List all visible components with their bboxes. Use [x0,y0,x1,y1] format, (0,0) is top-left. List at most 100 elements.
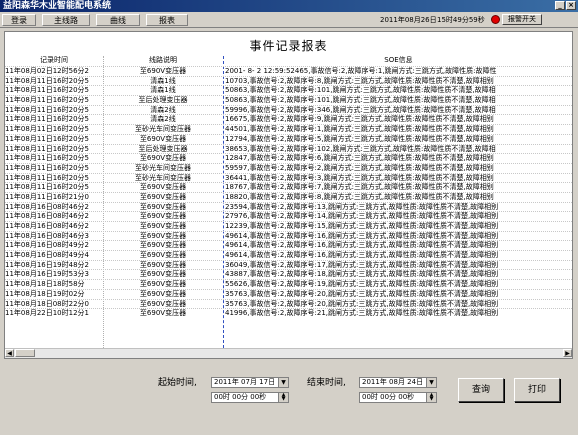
table-row: 11年08月02日12时56分2 至690V变压器 2001- 8- 2 12:59… [5,66,572,76]
table-row: 11年08月16日19时48分2 至690V变压器 36049,事故信号:2,故障序… [5,259,572,270]
line-desc-cell: 清森1线 [150,86,176,95]
line-desc-cell: 至砂光车间变压器 [135,125,191,134]
table-row: 11年08月11日16时20分5 至砂光车间变压器 59597,事故信号:2,故障序… [5,162,572,173]
dropdown-arrow-icon[interactable]: ▼ [278,378,288,387]
status-time: 15时49分59秒 [437,16,485,24]
column-header-line: 线路说明 [149,56,177,64]
menu-report[interactable]: 报表 [146,14,188,26]
table-row: 11年08月11日16时20分5 清森2线 16675,事故信号:2,故障序号:9,… [5,114,572,124]
table-row: 11年08月11日16时20分5 清森1线 10703,事故信号:2,故障序号:8,… [5,75,572,86]
title-bar: 益阳森华木业智能配电系统 _ × [0,0,578,12]
table-row: 11年08月18日18时58分 至690V变压器 55626,事故信号:2,故障序号… [5,279,572,289]
record-time-cell: 11年08月11日16时20分5 [5,125,89,134]
table-row: 11年08月16日08时46分3 至690V变压器 49614,事故信号:2,故障序… [5,230,572,241]
table-row: 11年08月11日16时20分5 清森1线 50863,事故信号:2,故障序号:10… [5,85,572,95]
soe-info-cell: 43887,事故信号:2,故障序号:18,跳闸方式:三跳方式,故障性质:故障性质… [225,270,499,279]
record-time-cell: 11年08月16日08时46分3 [5,231,89,240]
scroll-thumb[interactable] [15,349,35,357]
table-row: 11年08月18日08时22分0 至690V变压器 35763,事故信号:2,故障序… [5,298,572,309]
alarm-indicator-icon [491,15,500,24]
line-desc-cell: 至690V变压器 [139,260,187,269]
record-time-cell: 11年08月18日19时02分 [5,289,85,298]
soe-info-cell: 18767,事故信号:2,故障序号:7,跳闸方式:三跳方式,故障性质:故障性质不… [225,183,494,192]
window-title: 益阳森华木业智能配电系统 [3,1,112,11]
table-row: 11年08月16日08时46分2 至690V变压器 27976,事故信号:2,故障序… [5,211,572,221]
soe-info-cell: 50863,事故信号:2,故障序号:101,跳闸方式:三跳方式,故障性质:故障性… [225,86,496,95]
column-header-soe: SOE信息 [384,56,413,64]
end-date-picker[interactable]: 2011年 08月 24日 ▼ [359,377,437,388]
record-time-cell: 11年08月18日08时22分0 [5,299,89,308]
menu-curve[interactable]: 曲线 [96,14,140,26]
soe-info-cell: 41996,事故信号:2,故障序号:21,跳闸方式:三跳方式,故障性质:故障性质… [225,309,499,318]
column-header-time: 记录时间 [40,56,68,64]
end-time-value: 00时 00分 00秒 [362,393,415,401]
end-time-input[interactable]: 00时 00分 00秒 ▲ ▼ [359,392,437,403]
print-button[interactable]: 打印 [514,378,560,402]
soe-info-cell: 18820,事故信号:2,故障序号:8,跳闸方式:三跳方式,故障性质:故障性质不… [225,192,494,201]
spinner-icon[interactable]: ▲ ▼ [426,393,436,402]
record-time-cell: 11年08月11日16时20分5 [5,105,89,114]
record-time-cell: 11年08月18日18时58分 [5,280,85,289]
scroll-right-icon[interactable]: ▶ [563,349,572,357]
soe-info-cell: 44501,事故信号:2,故障序号:1,跳闸方式:三跳方式,故障性质:故障性质不… [225,125,494,134]
soe-info-cell: 27976,事故信号:2,故障序号:14,跳闸方式:三跳方式,故障性质:故障性质… [225,212,499,221]
table-row: 11年08月11日16时20分5 清森2线 59996,事故信号:2,故障序号:34… [5,104,572,115]
end-date-value: 2011年 08月 24日 [362,378,424,386]
report-panel: 事件记录报表 记录时间 线路说明 SOE信息 11年08月02日12时56分2 至… [4,31,573,359]
table-row: 11年08月11日16时20分5 至后处理变压器 38653,事故信号:2,故障序号… [5,143,572,154]
soe-info-cell: 49614,事故信号:2,故障序号:16,跳闸方式:三跳方式,故障性质:故障性质… [225,231,499,240]
menu-main-line[interactable]: 主线路 [42,14,90,26]
soe-info-cell: 49614,事故信号:2,故障序号:16,跳闸方式:三跳方式,故障性质:故障性质… [225,251,499,260]
soe-info-cell: 36441,事故信号:2,故障序号:3,跳闸方式:三跳方式,故障性质:故障性质不… [225,173,494,182]
table-row: 11年08月11日16时20分5 至690V变压器 12847,事故信号:2,故障序… [5,153,572,163]
line-desc-cell: 清森1线 [150,76,176,85]
start-time-value: 00时 00分 00秒 [214,393,267,401]
menu-bar: 登录 主线路 曲线 报表 2011年08月26日 15时49分59秒 报警开关 [0,12,578,28]
table-row: 11年08月16日08时49分2 至690V变压器 49614,事故信号:2,故障序… [5,240,572,250]
scroll-left-icon[interactable]: ◀ [5,349,14,357]
record-time-cell: 11年08月11日16时20分5 [5,154,89,163]
query-button[interactable]: 查询 [458,378,504,402]
report-table: 11年08月02日12时56分2 至690V变压器 2001- 8- 2 12:59… [5,66,572,318]
menu-login[interactable]: 登录 [2,14,36,26]
dropdown-arrow-icon[interactable]: ▼ [426,378,436,387]
start-time-label: 起始时间, [158,378,197,388]
report-title: 事件记录报表 [249,39,328,53]
line-desc-cell: 至690V变压器 [139,202,187,211]
table-row: 11年08月18日19时02分 至690V变压器 35763,事故信号:2,故障序号… [5,288,572,299]
record-time-cell: 11年08月11日16时20分5 [5,183,89,192]
line-desc-cell: 至后处理变压器 [138,144,188,153]
record-time-cell: 11年08月16日08时46分2 [5,212,89,221]
soe-info-cell: 23594,事故信号:2,故障序号:13,跳闸方式:三跳方式,故障性质:故障性质… [225,202,499,211]
line-desc-cell: 至690V变压器 [139,309,187,318]
spinner-icon[interactable]: ▲ ▼ [278,393,288,402]
line-desc-cell: 至690V变压器 [139,270,187,279]
alarm-switch-button[interactable]: 报警开关 [502,14,542,25]
end-time-label: 结束时间, [307,378,346,388]
table-row: 11年08月11日16时20分5 至砂光车间变压器 36441,事故信号:2,故障序… [5,172,572,183]
line-desc-cell: 至690V变压器 [139,212,187,221]
minimize-icon[interactable]: _ [555,1,565,10]
line-desc-cell: 至后处理变压器 [138,96,188,105]
line-desc-cell: 至690V变压器 [139,299,187,308]
record-time-cell: 11年08月02日12时56分2 [5,67,89,75]
record-time-cell: 11年08月16日08时46分2 [5,222,89,230]
table-row: 11年08月16日08时46分2 至690V变压器 23594,事故信号:2,故障序… [5,201,572,212]
soe-info-cell: 2001- 8- 2 12:59:52465,事故信号:2,故障序号:1,跳闸方… [225,67,497,75]
start-date-picker[interactable]: 2011年 07月 17日 ▼ [211,377,289,388]
table-row: 11年08月11日16时20分5 至后处理变压器 50863,事故信号:2,故障序号… [5,95,572,105]
soe-info-cell: 12847,事故信号:2,故障序号:6,跳闸方式:三跳方式,故障性质:故障性质不… [225,154,494,163]
line-desc-cell: 至690V变压器 [139,222,187,230]
record-time-cell: 11年08月11日16时21分0 [5,192,89,201]
table-row: 11年08月16日19时53分3 至690V变压器 43887,事故信号:2,故障序… [5,269,572,279]
close-icon[interactable]: × [566,1,576,10]
soe-info-cell: 59996,事故信号:2,故障序号:346,跳闸方式:三跳方式,故障性质:故障性… [225,105,496,114]
line-desc-cell: 至690V变压器 [139,231,187,240]
window-controls: _ × [555,1,576,10]
record-time-cell: 11年08月16日19时48分2 [5,260,89,269]
table-row: 11年08月11日16时20分5 至砂光车间变压器 44501,事故信号:2,故障序… [5,124,572,134]
start-time-input[interactable]: 00时 00分 00秒 ▲ ▼ [211,392,289,403]
record-time-cell: 11年08月16日08时46分2 [5,202,89,211]
soe-info-cell: 12239,事故信号:2,故障序号:15,跳闸方式:三跳方式,故障性质:故障性质… [225,222,499,230]
horizontal-scrollbar[interactable]: ◀ ▶ [5,348,572,358]
